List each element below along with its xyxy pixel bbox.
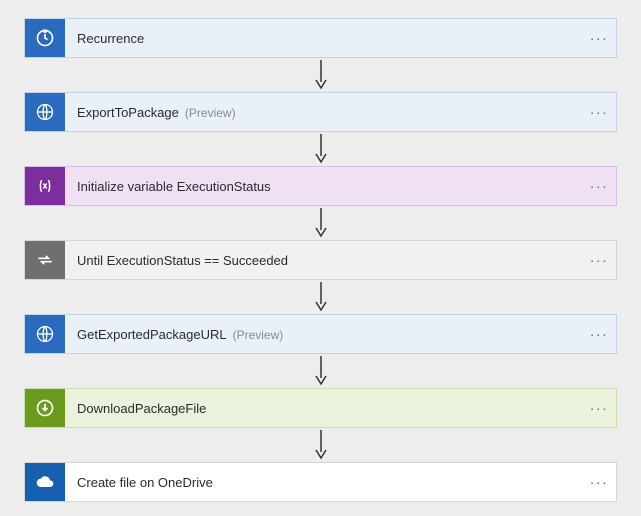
arrow-down-icon (314, 280, 328, 314)
step-label: Initialize variable ExecutionStatus (77, 179, 271, 194)
step-label: GetExportedPackageURL (77, 327, 227, 342)
step-label-area: GetExportedPackageURL (Preview) (65, 327, 582, 342)
step-label: ExportToPackage (77, 105, 179, 120)
step-suffix: (Preview) (185, 106, 236, 120)
more-menu-button[interactable]: ··· (582, 30, 616, 46)
workflow-step[interactable]: Create file on OneDrive ··· (24, 462, 617, 502)
workflow-step[interactable]: ExportToPackage (Preview) ··· (24, 92, 617, 132)
workflow-step[interactable]: Recurrence ··· (24, 18, 617, 58)
step-suffix: (Preview) (233, 328, 284, 342)
step-label: Create file on OneDrive (77, 475, 213, 490)
workflow-step[interactable]: GetExportedPackageURL (Preview) ··· (24, 314, 617, 354)
step-label-area: Initialize variable ExecutionStatus (65, 179, 582, 194)
more-menu-button[interactable]: ··· (582, 252, 616, 268)
step-label: Recurrence (77, 31, 144, 46)
arrow-down-icon (314, 428, 328, 462)
workflow-step[interactable]: DownloadPackageFile ··· (24, 388, 617, 428)
step-label-area: ExportToPackage (Preview) (65, 105, 582, 120)
clock-icon (25, 19, 65, 57)
workflow-step[interactable]: Until ExecutionStatus == Succeeded ··· (24, 240, 617, 280)
arrow-down-icon (314, 132, 328, 166)
workflow-step[interactable]: Initialize variable ExecutionStatus ··· (24, 166, 617, 206)
arrow-down-icon (314, 354, 328, 388)
arrow-down-icon (314, 58, 328, 92)
variable-icon (25, 167, 65, 205)
more-menu-button[interactable]: ··· (582, 104, 616, 120)
more-menu-button[interactable]: ··· (582, 474, 616, 490)
more-menu-button[interactable]: ··· (582, 326, 616, 342)
step-label-area: Until ExecutionStatus == Succeeded (65, 253, 582, 268)
more-menu-button[interactable]: ··· (582, 400, 616, 416)
step-label-area: DownloadPackageFile (65, 401, 582, 416)
download-icon (25, 389, 65, 427)
step-label: DownloadPackageFile (77, 401, 206, 416)
workflow-diagram: Recurrence ··· ExportToPackage (Preview) ···… (24, 18, 617, 502)
loop-icon (25, 241, 65, 279)
more-menu-button[interactable]: ··· (582, 178, 616, 194)
arrow-down-icon (314, 206, 328, 240)
globe-icon (25, 315, 65, 353)
cloud-icon (25, 463, 65, 501)
step-label-area: Recurrence (65, 31, 582, 46)
globe-icon (25, 93, 65, 131)
step-label: Until ExecutionStatus == Succeeded (77, 253, 288, 268)
step-label-area: Create file on OneDrive (65, 475, 582, 490)
